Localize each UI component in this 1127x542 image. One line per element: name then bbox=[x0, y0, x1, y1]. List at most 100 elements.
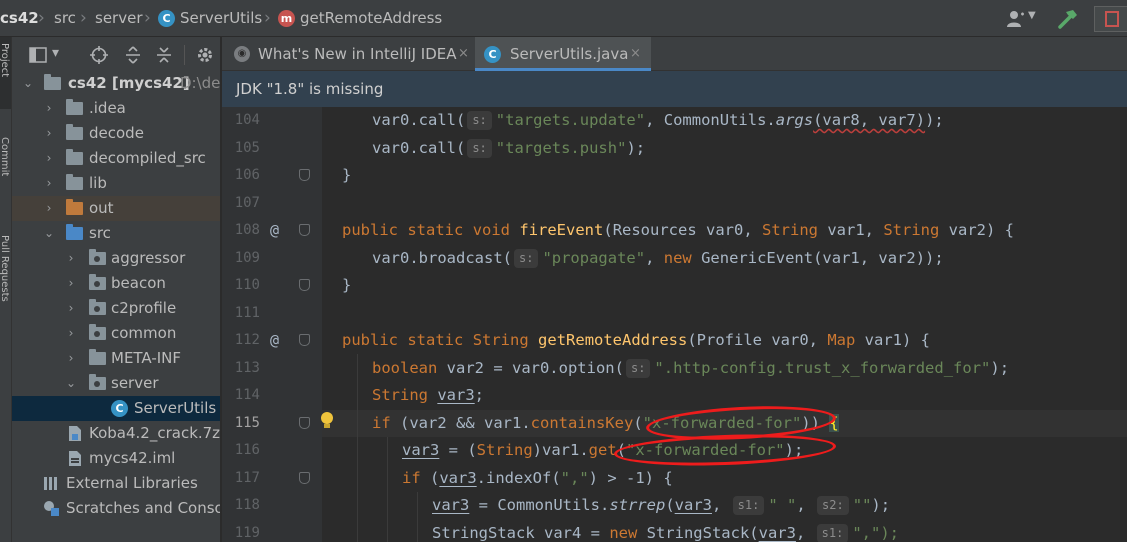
tree-item-external-libraries[interactable]: External Libraries bbox=[12, 471, 220, 496]
tree-item-server[interactable]: ⌄ server bbox=[12, 371, 220, 396]
breadcrumb-src[interactable]: src bbox=[54, 0, 76, 37]
fold-start-icon[interactable] bbox=[299, 472, 310, 484]
tree-item-label: .idea bbox=[89, 99, 126, 117]
code-line-109: var0.broadcast(s: "propagate", new Generi… bbox=[372, 248, 944, 268]
line-number: 107 bbox=[234, 194, 260, 211]
tab-serverutils[interactable]: C ServerUtils.java × bbox=[475, 37, 651, 71]
package-icon bbox=[89, 299, 106, 315]
line-number: 118 bbox=[234, 497, 260, 513]
line-number: 104 bbox=[234, 112, 260, 128]
chevron-right-icon[interactable]: › bbox=[65, 271, 77, 296]
archive-file-icon bbox=[69, 426, 81, 441]
class-icon: C bbox=[158, 10, 175, 27]
folder-icon bbox=[44, 74, 61, 90]
code-line-118: var3 = CommonUtils.strrep(var3, s1: " ", … bbox=[432, 496, 891, 515]
tree-item-iml[interactable]: mycs42.iml bbox=[12, 446, 220, 471]
tree-item-out[interactable]: › out bbox=[12, 196, 220, 221]
breadcrumb-project[interactable]: cs42 bbox=[0, 0, 39, 37]
project-structure-button[interactable] bbox=[1094, 6, 1127, 32]
chevron-right-icon[interactable]: › bbox=[43, 146, 55, 171]
gutter-annotation-marker[interactable]: @ bbox=[270, 327, 279, 355]
breadcrumb-server[interactable]: server bbox=[95, 0, 142, 37]
chevron-down-icon[interactable]: ⌄ bbox=[22, 71, 34, 96]
gear-icon[interactable] bbox=[195, 45, 215, 65]
tree-item-label: decompiled_src bbox=[89, 149, 206, 167]
gutter-annotation-marker[interactable]: @ bbox=[270, 217, 279, 245]
tree-item-koba-archive[interactable]: Koba4.2_crack.7z bbox=[12, 421, 221, 446]
chevron-right-icon[interactable]: › bbox=[65, 296, 77, 321]
tree-item-project-root[interactable]: ⌄ cs42 [mycs42] D:\dev bbox=[12, 71, 220, 96]
chevron-right-icon[interactable]: › bbox=[43, 171, 55, 196]
view-mode-icon[interactable] bbox=[28, 45, 48, 65]
line-number: 116 bbox=[234, 442, 260, 458]
build-hammer-icon[interactable] bbox=[1056, 7, 1080, 31]
tree-item-src[interactable]: ⌄ src bbox=[12, 221, 220, 246]
code-line-113: boolean var2 = var0.option(s: ".http-conf… bbox=[372, 358, 1010, 378]
breadcrumb-class[interactable]: ServerUtils bbox=[180, 0, 262, 37]
project-tool-label[interactable]: Project bbox=[0, 43, 10, 77]
chevron-right-icon[interactable]: › bbox=[43, 196, 55, 221]
fold-end-icon[interactable] bbox=[299, 169, 310, 181]
indent-guide bbox=[357, 354, 358, 542]
view-mode-dropdown-icon[interactable]: ▾ bbox=[52, 45, 59, 61]
package-icon bbox=[89, 274, 106, 290]
package-icon bbox=[89, 374, 106, 390]
line-number: 106 bbox=[234, 167, 260, 183]
dropdown-arrow-icon[interactable]: ▼ bbox=[1028, 10, 1036, 21]
fold-end-icon[interactable] bbox=[299, 279, 310, 291]
tree-item-aggressor[interactable]: › aggressor bbox=[12, 246, 220, 271]
locate-file-icon[interactable] bbox=[89, 45, 109, 65]
code-line-112: public static String getRemoteAddress(Pr… bbox=[342, 331, 930, 349]
commit-tool-label[interactable]: Commit bbox=[0, 137, 10, 176]
tree-item-label: common bbox=[111, 324, 177, 342]
tree-item-beacon[interactable]: › beacon bbox=[12, 271, 220, 296]
close-icon[interactable]: × bbox=[458, 37, 469, 71]
fold-start-icon[interactable] bbox=[299, 334, 310, 346]
chevron-down-icon[interactable]: ⌄ bbox=[65, 371, 77, 396]
package-icon bbox=[89, 324, 106, 340]
line-number: 112 bbox=[234, 332, 260, 348]
tree-item-label: Scratches and Consoles bbox=[66, 499, 220, 517]
lightbulb-icon[interactable] bbox=[320, 411, 334, 431]
tree-item-label: Koba4.2_crack.7z bbox=[89, 424, 221, 442]
chevron-right-icon[interactable]: › bbox=[43, 121, 55, 146]
navigation-bar: cs42 › src › server › C ServerUtils › m … bbox=[0, 0, 1127, 37]
chevron-right-icon[interactable]: › bbox=[65, 246, 77, 271]
tree-item-common[interactable]: › common bbox=[12, 321, 220, 346]
project-panel: ▾ ⌄ cs42 [mycs42] D:\dev › .idea › decod… bbox=[12, 37, 221, 542]
scratches-icon bbox=[44, 501, 59, 516]
expand-all-icon[interactable] bbox=[123, 45, 143, 65]
tree-item-scratches[interactable]: Scratches and Consoles bbox=[12, 496, 220, 521]
fold-start-icon[interactable] bbox=[299, 224, 310, 236]
tab-label: What's New in IntelliJ IDEA bbox=[258, 45, 457, 63]
code-line-106: } bbox=[342, 166, 352, 184]
chevron-down-icon[interactable]: ⌄ bbox=[43, 221, 55, 246]
tree-item-serverutils[interactable]: C ServerUtils bbox=[12, 396, 220, 421]
tab-whats-new[interactable]: ◉ What's New in IntelliJ IDEA × bbox=[222, 37, 475, 71]
tree-item-meta-inf[interactable]: › META-INF bbox=[12, 346, 220, 371]
chevron-right-icon[interactable]: › bbox=[43, 96, 55, 121]
tree-item-idea[interactable]: › .idea bbox=[12, 96, 220, 121]
tree-item-label: decode bbox=[89, 124, 144, 142]
folder-icon bbox=[89, 349, 106, 365]
tab-label: ServerUtils.java bbox=[510, 45, 629, 63]
tree-item-decompiled-src[interactable]: › decompiled_src bbox=[12, 146, 220, 171]
collapse-all-icon[interactable] bbox=[154, 45, 174, 65]
tree-item-c2profile[interactable]: › c2profile bbox=[12, 296, 220, 321]
tree-item-lib[interactable]: › lib bbox=[12, 171, 220, 196]
code-line-110: } bbox=[342, 276, 352, 294]
tree-item-decode[interactable]: › decode bbox=[12, 121, 220, 146]
chevron-right-icon[interactable]: › bbox=[65, 321, 77, 346]
line-number: 117 bbox=[234, 469, 260, 486]
project-toolbar: ▾ bbox=[12, 37, 220, 72]
code-line-108: public static void fireEvent(Resources v… bbox=[342, 221, 1014, 239]
breadcrumb-method[interactable]: getRemoteAddress bbox=[300, 0, 442, 37]
close-icon[interactable]: × bbox=[630, 37, 641, 71]
editor-gutter[interactable]: 104 105 106 107 108 109 110 111 112 113 … bbox=[222, 107, 322, 542]
code-editor[interactable]: 104 105 106 107 108 109 110 111 112 113 … bbox=[222, 107, 1127, 542]
fold-start-icon[interactable] bbox=[299, 417, 310, 429]
user-account-icon[interactable] bbox=[1005, 7, 1029, 31]
chevron-right-icon[interactable]: › bbox=[65, 346, 77, 371]
tree-item-label: mycs42.iml bbox=[89, 449, 176, 467]
pull-requests-tool-label[interactable]: Pull Requests bbox=[0, 235, 10, 302]
